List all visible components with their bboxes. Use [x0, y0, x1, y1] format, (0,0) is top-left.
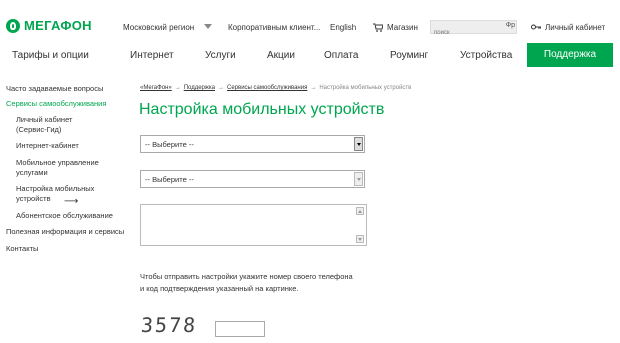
sidebar-item-contacts[interactable]: Контакты — [6, 244, 38, 254]
breadcrumb-separator: → — [310, 85, 317, 91]
device-select-2[interactable]: -- Выберите -- — [140, 170, 365, 188]
language-link[interactable]: English — [330, 23, 356, 32]
select-value: -- Выберите -- — [145, 175, 194, 184]
sidebar-item-internet-cabinet[interactable]: Интернет-кабинет — [16, 141, 79, 151]
nav-services[interactable]: Услуги — [205, 50, 236, 61]
captcha-code-input[interactable] — [215, 321, 265, 337]
captcha-image: 3578 — [140, 313, 199, 337]
megafon-logo-icon — [6, 18, 20, 33]
key-icon[interactable] — [531, 24, 541, 30]
breadcrumb-support[interactable]: Поддержка — [184, 85, 215, 91]
sidebar-item-mobile-management[interactable]: Мобильное управление — [16, 158, 99, 168]
nav-roaming[interactable]: Роуминг — [390, 50, 428, 61]
chevron-down-icon[interactable] — [204, 24, 212, 29]
breadcrumb-current: Настройка мобильных устройств — [319, 85, 412, 91]
sidebar-item-mobile-management-sub[interactable]: услугами — [16, 168, 48, 178]
breadcrumb-home[interactable]: «МегаФон» — [140, 85, 172, 91]
chevron-down-icon[interactable] — [354, 172, 363, 186]
hint-line: и код подтверждения указанный на картинк… — [140, 284, 299, 293]
nav-support[interactable]: Поддержка — [527, 43, 613, 67]
logo[interactable]: МЕГАФОН — [6, 18, 92, 33]
arrow-right-icon: ⟶ — [64, 196, 79, 207]
page-title: Настройка мобильных устройств — [139, 101, 385, 118]
select-value: -- Выберите -- — [145, 140, 194, 149]
logo-text: МЕГАФОН — [24, 18, 92, 33]
nav-internet[interactable]: Интернет — [130, 50, 174, 61]
breadcrumb-separator: → — [218, 85, 224, 91]
chevron-down-icon[interactable] — [354, 137, 363, 151]
breadcrumb: «МегаФон» → Поддержка → Сервисы самообслужив… — [140, 85, 411, 91]
sidebar-item-personal-cabinet[interactable]: Личный кабинет — [16, 115, 72, 125]
cart-icon[interactable] — [373, 23, 383, 32]
device-select-1[interactable]: -- Выберите -- — [140, 135, 365, 153]
sidebar-item-faq[interactable]: Часто задаваемые вопросы — [6, 84, 103, 94]
breadcrumb-self-service[interactable]: Сервисы самообслуживания — [227, 85, 307, 91]
sidebar-item-device-settings-sub[interactable]: устройств — [16, 194, 51, 204]
search-box: Фр — [430, 20, 517, 39]
corporate-link[interactable]: Корпоративным клиент... — [228, 23, 320, 32]
sidebar-item-device-settings[interactable]: Настройка мобильных — [16, 184, 94, 194]
settings-textarea[interactable] — [140, 204, 367, 246]
nav-tariffs[interactable]: Тарифы и опции — [12, 50, 89, 61]
scroll-up-icon[interactable] — [356, 207, 364, 215]
nav-promotions[interactable]: Акции — [267, 50, 295, 61]
form-hint: Чтобы отправить настройки укажите номер … — [140, 271, 380, 295]
nav-payment[interactable]: Оплата — [324, 50, 358, 61]
scroll-down-icon[interactable] — [356, 235, 364, 243]
top-bar: МЕГАФОН Московский регион Корпоративным … — [0, 0, 620, 40]
sidebar-item-subscriber-service[interactable]: Абонентское обслуживание — [16, 211, 113, 221]
main-nav: Тарифы и опции Интернет Услуги Акции Опл… — [0, 43, 620, 67]
search-button[interactable]: Фр — [506, 22, 515, 29]
hint-line: Чтобы отправить настройки укажите номер … — [140, 272, 353, 281]
breadcrumb-separator: → — [174, 85, 181, 91]
personal-cabinet-link[interactable]: Личный кабинет — [545, 23, 605, 32]
nav-devices[interactable]: Устройства — [460, 50, 512, 61]
region-selector[interactable]: Московский регион — [123, 23, 194, 32]
sidebar-item-personal-cabinet-sub[interactable]: (Сервис-Гид) — [16, 125, 61, 135]
shop-link[interactable]: Магазин — [387, 23, 418, 32]
search-input[interactable] — [431, 27, 516, 39]
sidebar-item-useful-info[interactable]: Полезная информация и сервисы — [6, 227, 124, 237]
sidebar-item-self-service[interactable]: Сервисы самообслуживания — [6, 99, 106, 109]
